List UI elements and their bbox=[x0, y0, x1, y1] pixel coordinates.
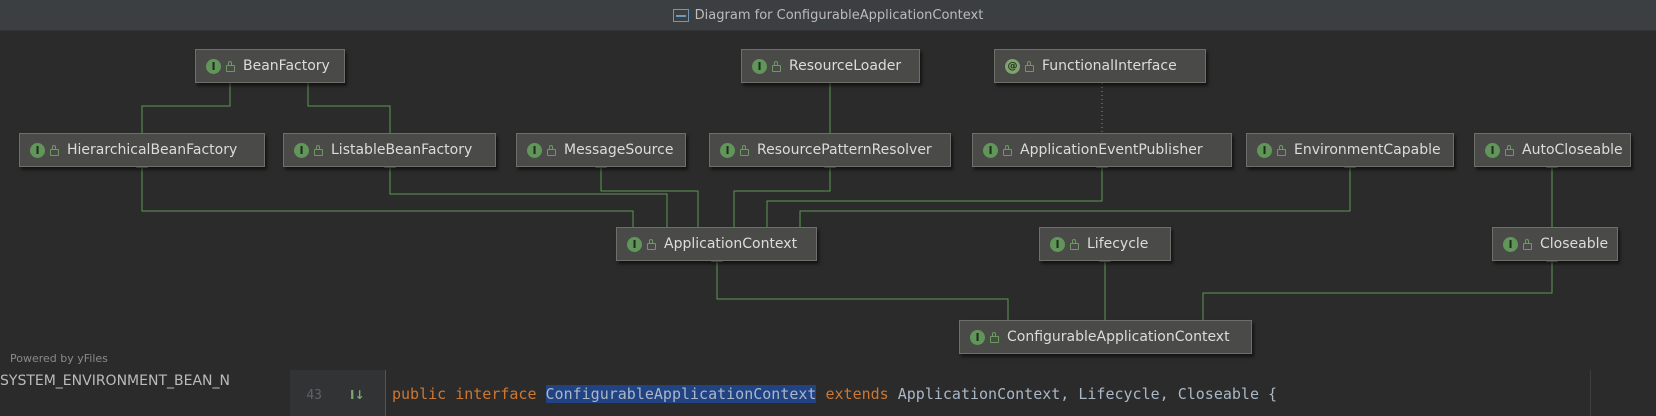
access-lock-icon bbox=[1523, 238, 1532, 250]
edge-listable-to-beanfactory bbox=[302, 72, 391, 133]
node-label: ApplicationEventPublisher bbox=[1020, 142, 1203, 158]
edge-hierarchical-to-beanfactory bbox=[141, 72, 236, 133]
diagram-icon bbox=[672, 8, 689, 22]
edge-appcontext-to-messagesource bbox=[595, 157, 699, 227]
node-label: ListableBeanFactory bbox=[331, 142, 473, 158]
interface-icon: I bbox=[527, 142, 542, 158]
edge-configurable-to-appcontext bbox=[711, 251, 1009, 320]
access-lock-icon bbox=[772, 60, 781, 72]
node-label: Closeable bbox=[1540, 236, 1609, 252]
edge-appcontext-to-patternresolver bbox=[733, 157, 836, 227]
access-lock-icon bbox=[50, 144, 59, 156]
access-lock-icon bbox=[740, 144, 749, 156]
implemented-by-icon[interactable]: I↓ bbox=[350, 388, 365, 402]
edge-appcontext-to-environmentcapable bbox=[799, 157, 1356, 227]
interface-icon: I bbox=[30, 142, 45, 158]
node-configurableapplicationcontext[interactable]: I ConfigurableApplicationContext bbox=[959, 320, 1252, 354]
node-label: ConfigurableApplicationContext bbox=[1007, 329, 1230, 345]
node-label: Lifecycle bbox=[1087, 236, 1149, 252]
node-label: EnvironmentCapable bbox=[1294, 142, 1441, 158]
interface-icon: I bbox=[206, 58, 221, 74]
node-hierarchicalbeanfactory[interactable]: I HierarchicalBeanFactory bbox=[19, 133, 265, 167]
access-lock-icon bbox=[226, 60, 235, 72]
extended-types: ApplicationContext, Lifecycle, Closeable… bbox=[897, 385, 1278, 403]
node-listablebeanfactory[interactable]: I ListableBeanFactory bbox=[283, 133, 496, 167]
node-label: MessageSource bbox=[564, 142, 674, 158]
keyword-public: public bbox=[392, 385, 447, 403]
keyword-interface: interface bbox=[455, 385, 537, 403]
diagram-canvas[interactable]: I BeanFactory I ResourceLoader @ Functio… bbox=[0, 31, 1656, 370]
code-line[interactable]: public interface ConfigurableApplication… bbox=[392, 385, 1277, 403]
node-resourceloader[interactable]: I ResourceLoader bbox=[741, 49, 920, 83]
interface-icon: I bbox=[970, 329, 985, 345]
node-label: FunctionalInterface bbox=[1042, 58, 1177, 74]
node-environmentcapable[interactable]: I EnvironmentCapable bbox=[1246, 133, 1454, 167]
node-label: ResourceLoader bbox=[789, 58, 902, 74]
node-label: ResourcePatternResolver bbox=[757, 142, 932, 158]
interface-icon: I bbox=[1257, 142, 1272, 158]
access-lock-icon bbox=[1025, 60, 1034, 72]
node-label: AutoCloseable bbox=[1522, 142, 1623, 158]
interface-icon: I bbox=[627, 236, 642, 252]
node-resourcepatternresolver[interactable]: I ResourcePatternResolver bbox=[709, 133, 951, 167]
edge-appcontext-to-eventpublisher bbox=[766, 157, 1108, 227]
line-number: 43 bbox=[306, 388, 322, 403]
access-lock-icon bbox=[1277, 144, 1286, 156]
keyword-extends: extends bbox=[825, 385, 889, 403]
node-applicationcontext[interactable]: I ApplicationContext bbox=[616, 227, 817, 261]
access-lock-icon bbox=[314, 144, 323, 156]
interface-icon: I bbox=[1503, 236, 1518, 252]
selected-interface-name[interactable]: ConfigurableApplicationContext bbox=[545, 385, 817, 403]
window-title: Diagram for ConfigurableApplicationConte… bbox=[694, 7, 984, 23]
access-lock-icon bbox=[1003, 144, 1012, 156]
powered-by-label: Powered by yFiles bbox=[10, 352, 108, 365]
edge-appcontext-to-hierarchical bbox=[136, 157, 634, 227]
node-label: HierarchicalBeanFactory bbox=[67, 142, 238, 158]
edge-appcontext-to-listable bbox=[384, 157, 668, 227]
node-beanfactory[interactable]: I BeanFactory bbox=[195, 49, 345, 83]
interface-icon: I bbox=[1485, 142, 1500, 158]
node-functionalinterface[interactable]: @ FunctionalInterface bbox=[994, 49, 1206, 83]
code-editor[interactable]: SYSTEM_ENVIRONMENT_BEAN_N 43 I↓ public i… bbox=[0, 370, 1656, 416]
right-margin-guide bbox=[1590, 370, 1591, 416]
interface-icon: I bbox=[752, 58, 767, 74]
interface-icon: I bbox=[1050, 236, 1065, 252]
access-lock-icon bbox=[547, 144, 556, 156]
node-label: ApplicationContext bbox=[664, 236, 798, 252]
interface-icon: I bbox=[720, 142, 735, 158]
access-lock-icon bbox=[1505, 144, 1514, 156]
node-applicationeventpublisher[interactable]: I ApplicationEventPublisher bbox=[972, 133, 1232, 167]
node-autocloseable[interactable]: I AutoCloseable bbox=[1474, 133, 1631, 167]
access-lock-icon bbox=[990, 331, 999, 343]
access-lock-icon bbox=[1070, 238, 1079, 250]
interface-icon: I bbox=[983, 142, 998, 158]
interface-icon: I bbox=[294, 142, 309, 158]
node-label: BeanFactory bbox=[243, 58, 330, 74]
truncated-code-text: SYSTEM_ENVIRONMENT_BEAN_N bbox=[0, 373, 230, 389]
node-lifecycle[interactable]: I Lifecycle bbox=[1039, 227, 1171, 261]
node-closeable[interactable]: I Closeable bbox=[1492, 227, 1618, 261]
window-title-bar: Diagram for ConfigurableApplicationConte… bbox=[0, 0, 1656, 31]
annotation-icon: @ bbox=[1005, 58, 1020, 74]
node-messagesource[interactable]: I MessageSource bbox=[516, 133, 686, 167]
access-lock-icon bbox=[647, 238, 656, 250]
edge-configurable-to-closeable bbox=[1202, 251, 1558, 320]
